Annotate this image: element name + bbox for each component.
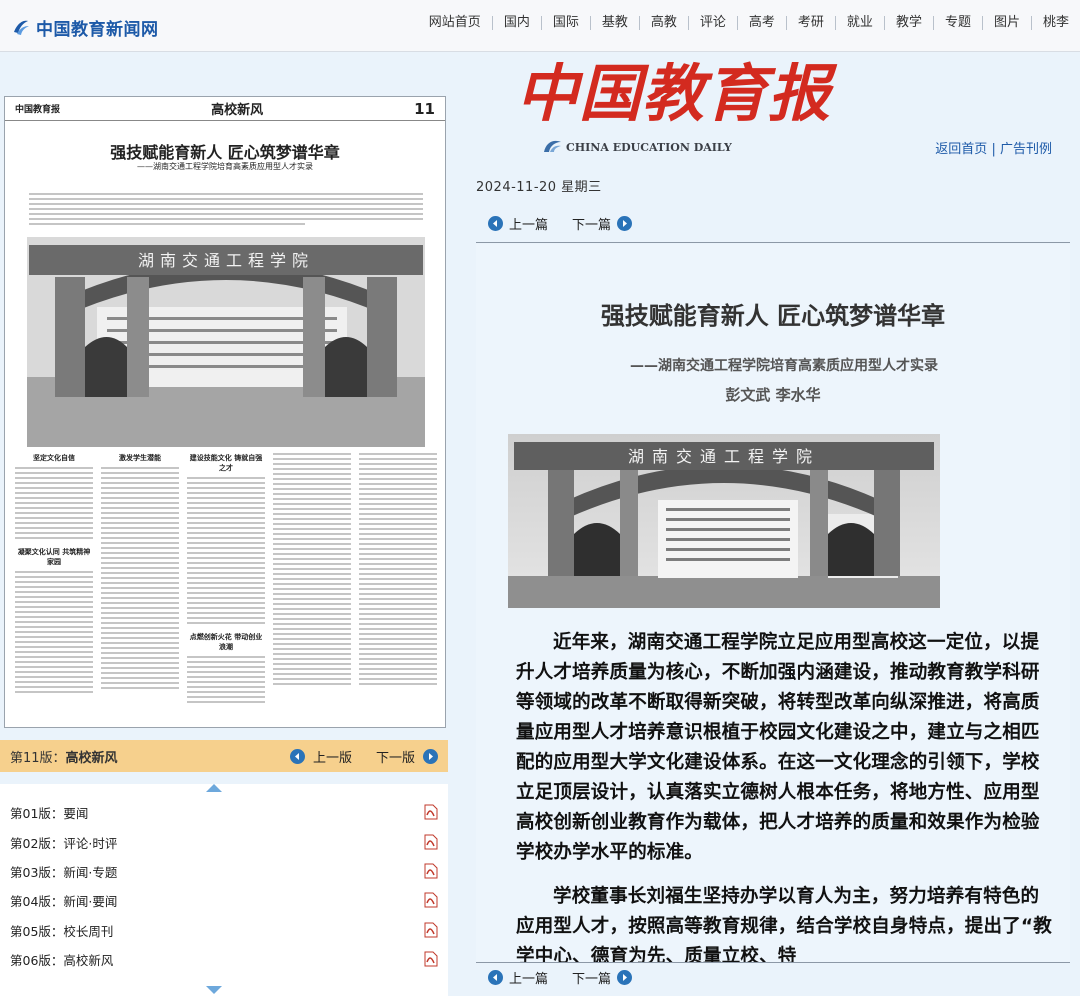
thumbnail-heading-4: 建设技能文化 铸就自强之才: [189, 454, 263, 472]
next-article-icon[interactable]: [617, 970, 633, 985]
page-number-label: 第11版：: [10, 750, 66, 766]
article-paragraph: 近年来，湖南交通工程学院立足应用型高校这一定位，以提升人才培养质量为核心，不断加…: [516, 632, 1040, 863]
pdf-download-icon[interactable]: [424, 951, 438, 967]
newspaper-page-thumbnail[interactable]: 中国教育报 高校新风 11 强技赋能育新人 匠心筑梦谱华章 ——湖南交通工程学院…: [4, 96, 446, 728]
page-section-name: 高校新风: [65, 750, 118, 766]
divider: [476, 242, 1070, 243]
thumbnail-section: 高校新风: [211, 103, 264, 118]
page-list-item[interactable]: 第02版：评论·时评: [10, 832, 438, 852]
nav-item-taoli[interactable]: 桃李: [1030, 16, 1080, 30]
pdf-download-icon[interactable]: [424, 863, 438, 879]
page-list-item-label: 第06版：高校新风: [10, 952, 114, 968]
article-navigation-bottom: 上一篇 下一篇: [488, 968, 633, 987]
prev-article-button[interactable]: 上一篇: [509, 214, 548, 233]
thumbnail-masthead: 中国教育报: [15, 105, 61, 115]
masthead-emblem-icon: [542, 138, 562, 157]
article-subtitle: ——湖南交通工程学院培育高素质应用型人才实录: [630, 358, 938, 374]
thumbnail-page-number: 11: [414, 99, 435, 118]
top-navigation-bar: 中国教育新闻网 网站首页 国内 国际 基教 高教 评论 高考 考研 就业 教学 …: [0, 0, 1080, 52]
prev-article-icon[interactable]: [488, 216, 503, 231]
issue-bar: 第11版：高校新风 上一版 下一版: [0, 740, 448, 772]
article-authors: 彭文武 李水华: [725, 386, 821, 404]
nav-item-teaching[interactable]: 教学: [883, 16, 933, 30]
logo-swoosh-icon: [12, 18, 30, 36]
page-list: 第01版：要闻 第02版：评论·时评 第03版：新闻·专题 第04版：新闻·要闻…: [0, 784, 448, 996]
nav-item-higher-education[interactable]: 高教: [638, 16, 688, 30]
thumbnail-heading-5: 点燃创新火花 带动创业浪潮: [189, 633, 263, 651]
thumbnail-title: 强技赋能育新人 匠心筑梦谱华章: [110, 143, 340, 162]
masthead-title: 中国教育报: [516, 57, 832, 130]
next-page-button[interactable]: 下一版: [376, 747, 415, 766]
prev-page-button[interactable]: 上一版: [313, 747, 352, 766]
nav-item-gaokao[interactable]: 高考: [736, 16, 786, 30]
page-list-item[interactable]: 第06版：高校新风: [10, 949, 438, 969]
article-body: 近年来，湖南交通工程学院立足应用型高校这一定位，以提升人才培养质量为核心，不断加…: [516, 628, 1052, 962]
nav-item-commentary[interactable]: 评论: [687, 16, 737, 30]
next-article-button[interactable]: 下一篇: [572, 214, 611, 233]
issue-date: 2024-11-20 星期三: [476, 179, 602, 195]
page-list-item[interactable]: 第05版：校长周刊: [10, 920, 438, 940]
masthead-english-row: CHINA EDUCATION DAILY: [542, 138, 732, 157]
thumbnail-header: 中国教育报 高校新风 11: [5, 97, 445, 121]
pdf-download-icon[interactable]: [424, 804, 438, 820]
page-list-item-label: 第04版：新闻·要闻: [10, 893, 118, 909]
scroll-down-arrow-icon[interactable]: [206, 986, 222, 994]
masthead-english-name: CHINA EDUCATION DAILY: [566, 141, 732, 154]
pdf-download-icon[interactable]: [424, 922, 438, 938]
thumbnail-heading-2: 凝聚文化认同 共筑精神家园: [17, 548, 91, 566]
next-page-icon[interactable]: [423, 748, 438, 764]
nav-item-domestic[interactable]: 国内: [491, 16, 541, 30]
main-nav: 网站首页 国内 国际 基教 高教 评论 高考 考研 就业 教学 专题 图片 桃李: [418, 16, 1080, 30]
thumbnail-text-columns: 坚定文化自信 凝聚文化认同 共筑精神家园 激发学生潜能 建设技能文化 铸就自强之…: [15, 453, 437, 723]
page-list-item-label: 第01版：要闻: [10, 805, 89, 821]
thumbnail-heading-3: 激发学生潜能: [119, 454, 161, 462]
nav-item-employment[interactable]: 就业: [834, 16, 884, 30]
pdf-download-icon[interactable]: [424, 892, 438, 908]
prev-page-icon[interactable]: [289, 748, 305, 764]
article-navigation-top: 上一篇 下一篇: [488, 214, 633, 233]
thumbnail-heading-1: 坚定文化自信: [33, 454, 75, 462]
page-list-item-label: 第03版：新闻·专题: [10, 864, 118, 880]
site-logo-text: 中国教育新闻网: [36, 19, 159, 40]
page-list-item-label: 第02版：评论·时评: [10, 835, 118, 851]
page-list-item[interactable]: 第01版：要闻: [10, 802, 438, 822]
page-list-item-label: 第05版：校长周刊: [10, 923, 114, 939]
masthead-links: 返回首页 | 广告刊例: [935, 138, 1052, 157]
article-content: 强技赋能育新人 匠心筑梦谱华章 ——湖南交通工程学院培育高素质应用型人才实录 彭…: [476, 244, 1070, 962]
link-separator: |: [991, 142, 996, 157]
site-logo[interactable]: 中国教育新闻网: [12, 14, 159, 40]
next-article-button[interactable]: 下一篇: [572, 968, 611, 987]
thumbnail-gate-sign: 湖南交通工程学院: [138, 251, 314, 270]
newspaper-masthead: 中国教育报 CHINA EDUCATION DAILY 返回首页 | 广告刊例: [448, 52, 1080, 174]
scroll-up-arrow-icon[interactable]: [206, 784, 222, 792]
nav-item-international[interactable]: 国际: [540, 16, 590, 30]
thumbnail-campus-photo: 湖南交通工程学院: [27, 237, 425, 447]
nav-item-postgraduate[interactable]: 考研: [785, 16, 835, 30]
article-paragraph: 学校董事长刘福生坚持办学以育人为主，努力培养有特色的应用型人才，按照高等教育规律…: [516, 886, 1052, 962]
home-link[interactable]: 返回首页: [935, 142, 987, 157]
nav-item-basic-education[interactable]: 基教: [589, 16, 639, 30]
prev-article-icon[interactable]: [488, 970, 503, 985]
next-article-icon[interactable]: [617, 216, 633, 231]
page-list-item[interactable]: 第04版：新闻·要闻: [10, 890, 438, 910]
pdf-download-icon[interactable]: [424, 834, 438, 850]
page-navigation: 上一版 下一版: [289, 747, 438, 766]
article-campus-photo: 湖南交通工程学院: [508, 434, 940, 608]
nav-item-home[interactable]: 网站首页: [418, 16, 492, 30]
page-list-item[interactable]: 第03版：新闻·专题: [10, 861, 438, 881]
nav-item-topics[interactable]: 专题: [932, 16, 982, 30]
photo-gate-sign: 湖南交通工程学院: [628, 447, 820, 466]
current-page-label: 第11版：高校新风: [10, 747, 118, 766]
nav-item-pictures[interactable]: 图片: [981, 16, 1031, 30]
article-title: 强技赋能育新人 匠心筑梦谱华章: [600, 302, 946, 330]
prev-article-button[interactable]: 上一篇: [509, 968, 548, 987]
thumbnail-subtitle: ——湖南交通工程学院培育高素质应用型人才实录: [137, 162, 313, 171]
divider: [476, 962, 1070, 963]
ads-link[interactable]: 广告刊例: [1000, 142, 1052, 157]
